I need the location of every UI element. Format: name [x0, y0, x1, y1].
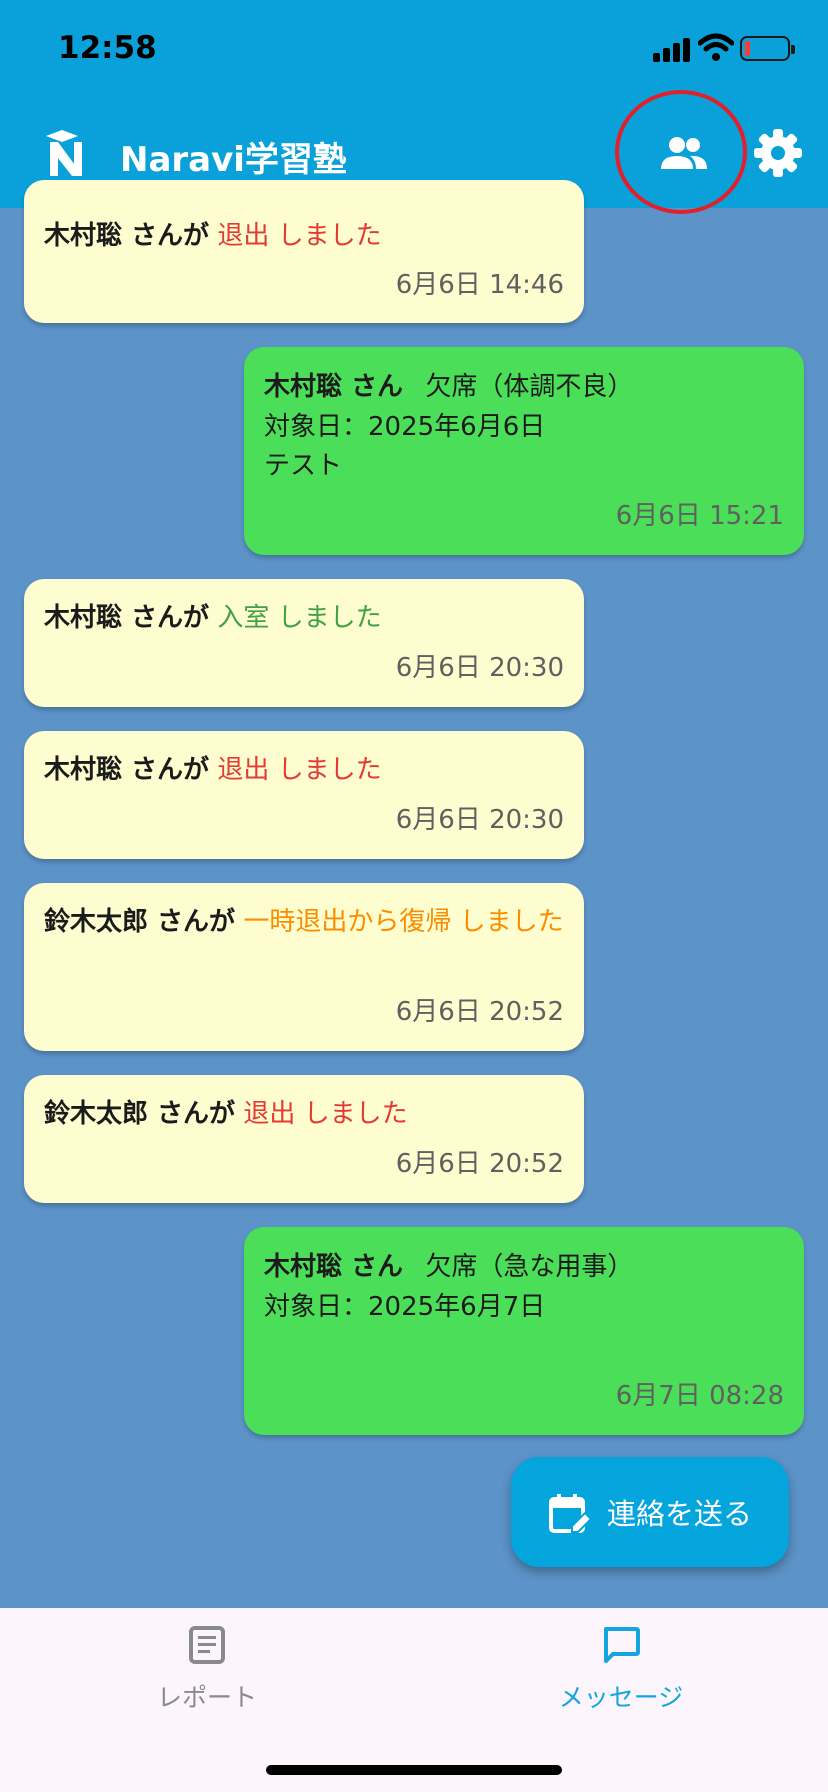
message-name: 木村聡 さん — [264, 1252, 404, 1282]
message-time: 6月6日 20:52 — [395, 1149, 564, 1179]
message-name: 木村聡 さん — [264, 372, 404, 402]
absence-date: 対象日：2025年6月7日 — [264, 1292, 546, 1322]
event-message: 木村聡 さんが 入室 しました 6月6日 20:30 — [24, 579, 584, 707]
message-action: 退出 しました — [217, 221, 382, 251]
message-time: 6月6日 15:21 — [615, 501, 784, 531]
message-name: 木村聡 さんが — [44, 221, 210, 251]
message-action: 一時退出から復帰 しました — [243, 907, 564, 937]
message-time: 6月6日 20:52 — [395, 997, 564, 1027]
event-message: 鈴木太郎 さんが 退出 しました 6月6日 20:52 — [24, 1075, 584, 1203]
signal-icon — [653, 38, 691, 62]
message-time: 6月6日 20:30 — [395, 805, 564, 835]
message-action: 退出 しました — [217, 755, 382, 785]
absence-reason: 欠席（急な用事） — [425, 1252, 634, 1282]
calendar-edit-icon — [549, 1494, 592, 1533]
absence-note: テスト — [264, 451, 343, 481]
event-message: 鈴木太郎 さんが 一時退出から復帰 しました 6月6日 20:52 — [24, 883, 584, 1051]
battery-icon — [740, 36, 795, 61]
nav-label-report: レポート — [156, 1683, 257, 1712]
event-message: 木村聡 さんが 退出 しました 6月6日 20:30 — [24, 731, 584, 859]
nav-label-messages: メッセージ — [558, 1683, 684, 1712]
send-contact-button[interactable]: 連絡を送る — [511, 1457, 789, 1567]
message-name: 木村聡 さんが — [44, 603, 210, 633]
naravi-logo-icon — [46, 130, 82, 176]
message-name: 木村聡 さんが — [44, 755, 210, 785]
wifi-icon — [698, 33, 734, 61]
message-time: 6月6日 14:46 — [395, 270, 564, 300]
highlight-ring — [615, 90, 747, 214]
message-name: 鈴木太郎 さんが — [44, 907, 236, 937]
app-title: Naravi学習塾 — [120, 140, 347, 180]
report-icon — [189, 1626, 225, 1664]
app-header: 12:58 Naravi学習塾 — [0, 0, 828, 214]
absence-message: 木村聡 さん 欠席（急な用事） 対象日：2025年6月7日 6月7日 08:28 — [244, 1227, 804, 1435]
fab-label: 連絡を送る — [607, 1497, 753, 1531]
gear-icon[interactable] — [752, 127, 804, 179]
absence-message: 木村聡 さん 欠席（体調不良） 対象日：2025年6月6日 テスト 6月6日 1… — [244, 347, 804, 555]
status-time: 12:58 — [58, 30, 157, 66]
message-action: 入室 しました — [217, 603, 382, 633]
message-name: 鈴木太郎 さんが — [44, 1099, 236, 1129]
absence-date: 対象日：2025年6月6日 — [264, 412, 546, 442]
nav-item-report[interactable]: レポート — [57, 1608, 357, 1718]
absence-reason: 欠席（体調不良） — [425, 372, 634, 402]
chat-icon — [604, 1627, 640, 1663]
nav-item-messages[interactable]: メッセージ — [471, 1608, 771, 1718]
message-time: 6月6日 20:30 — [395, 653, 564, 683]
message-action: 退出 しました — [243, 1099, 408, 1129]
event-message: 木村聡 さんが 退出 しました 6月6日 14:46 — [24, 180, 584, 323]
home-indicator — [266, 1765, 562, 1775]
message-time: 6月7日 08:28 — [615, 1381, 784, 1411]
